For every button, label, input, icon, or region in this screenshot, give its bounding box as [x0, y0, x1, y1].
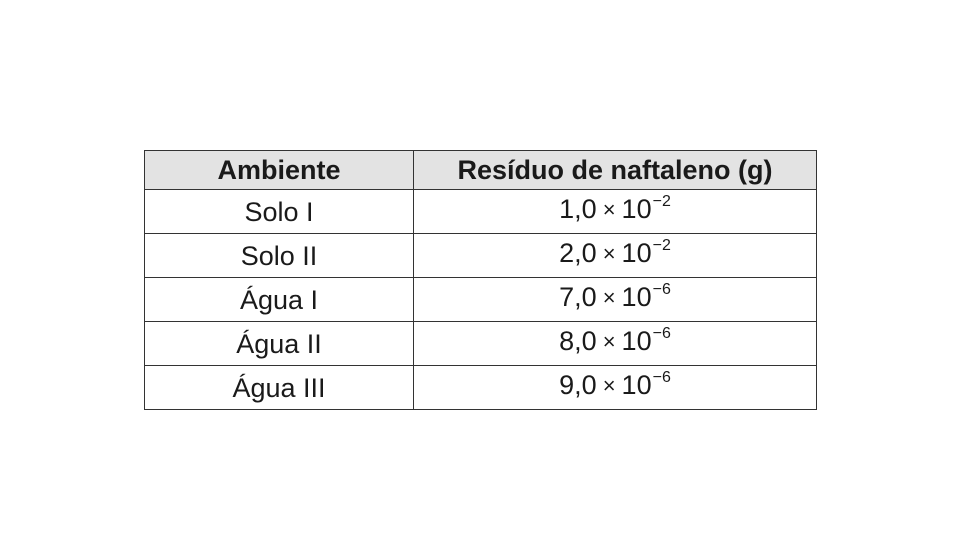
header-residuo: Resíduo de naftaleno (g) [413, 150, 817, 190]
cell-ambiente: Água III [144, 365, 414, 410]
cell-ambiente: Água II [144, 321, 414, 366]
header-ambiente: Ambiente [144, 150, 414, 190]
residue-exponent: −6 [652, 325, 671, 342]
residue-base: 10 [621, 282, 652, 312]
residue-base: 10 [621, 194, 652, 224]
residue-mantissa: 7,0 [559, 282, 597, 312]
residue-exponent: −6 [652, 369, 671, 386]
residue-exponent: −6 [652, 281, 671, 298]
table-row: Água III 9,0 × 10−6 [144, 365, 817, 410]
times-sign: × [602, 329, 616, 354]
table-row: Água II 8,0 × 10−6 [144, 321, 817, 366]
residue-base: 10 [621, 370, 652, 400]
residue-mantissa: 2,0 [559, 238, 597, 268]
times-sign: × [602, 197, 616, 222]
cell-residuo: 1,0 × 10−2 [413, 189, 817, 234]
table-header-row: Ambiente Resíduo de naftaleno (g) [144, 150, 817, 190]
cell-residuo: 2,0 × 10−2 [413, 233, 817, 278]
residue-base: 10 [621, 326, 652, 356]
residue-mantissa: 1,0 [559, 194, 597, 224]
residue-exponent: −2 [652, 193, 671, 210]
table-row: Água I 7,0 × 10−6 [144, 277, 817, 322]
residue-base: 10 [621, 238, 652, 268]
times-sign: × [602, 373, 616, 398]
cell-residuo: 8,0 × 10−6 [413, 321, 817, 366]
naphthalene-residue-table: Ambiente Resíduo de naftaleno (g) Solo I… [144, 150, 817, 410]
residue-exponent: −2 [652, 237, 671, 254]
table-row: Solo II 2,0 × 10−2 [144, 233, 817, 278]
table-row: Solo I 1,0 × 10−2 [144, 189, 817, 234]
cell-residuo: 9,0 × 10−6 [413, 365, 817, 410]
cell-ambiente: Solo I [144, 189, 414, 234]
cell-residuo: 7,0 × 10−6 [413, 277, 817, 322]
residue-mantissa: 8,0 [559, 326, 597, 356]
cell-ambiente: Solo II [144, 233, 414, 278]
residue-mantissa: 9,0 [559, 370, 597, 400]
cell-ambiente: Água I [144, 277, 414, 322]
times-sign: × [602, 241, 616, 266]
times-sign: × [602, 285, 616, 310]
